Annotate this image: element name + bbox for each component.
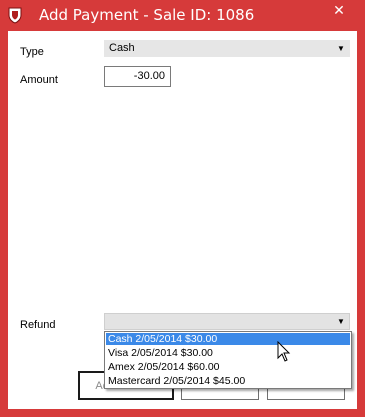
refund-option[interactable]: Mastercard 2/05/2014 $45.00 — [106, 375, 350, 387]
mouse-pointer-icon — [277, 340, 291, 363]
chevron-down-icon: ▼ — [337, 317, 345, 326]
refund-dropdown-list: Cash 2/05/2014 $30.00 Visa 2/05/2014 $30… — [104, 331, 352, 389]
dialog-body: Type Cash ▼ Amount -30.00 Refund ▼ Add &… — [8, 31, 357, 409]
chevron-down-icon: ▼ — [337, 44, 345, 53]
refund-label: Refund — [20, 319, 56, 331]
close-button[interactable]: ✕ — [322, 1, 356, 21]
window-title: Add Payment - Sale ID: 1086 — [39, 6, 255, 24]
refund-option[interactable]: Visa 2/05/2014 $30.00 — [106, 347, 350, 359]
refund-option[interactable]: Amex 2/05/2014 $60.00 — [106, 361, 350, 373]
amount-field[interactable]: -30.00 — [104, 66, 171, 87]
refund-select[interactable]: ▼ — [104, 313, 350, 330]
type-label: Type — [20, 46, 44, 58]
type-select[interactable]: Cash ▼ — [104, 40, 350, 57]
app-icon — [7, 6, 23, 24]
amount-label: Amount — [20, 74, 58, 86]
add-payment-window: Add Payment - Sale ID: 1086 ✕ Type Cash … — [0, 0, 365, 417]
type-select-value: Cash — [109, 42, 135, 54]
title-bar[interactable]: Add Payment - Sale ID: 1086 ✕ — [0, 0, 365, 31]
close-icon: ✕ — [333, 3, 345, 19]
refund-option[interactable]: Cash 2/05/2014 $30.00 — [106, 333, 350, 345]
